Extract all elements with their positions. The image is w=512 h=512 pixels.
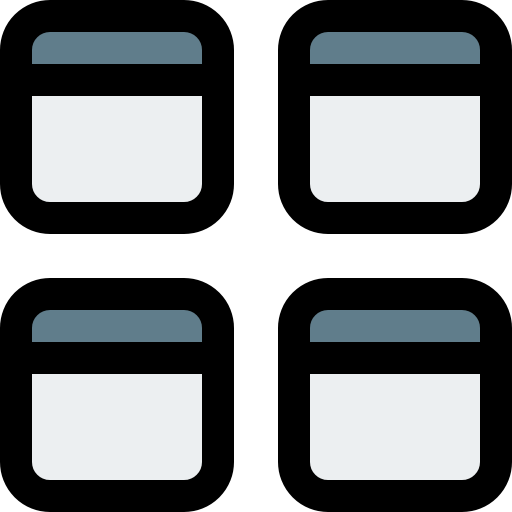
window-grid-icon	[0, 0, 512, 512]
window-tile-top-right	[278, 0, 512, 234]
window-tile-bottom-left	[0, 278, 234, 512]
window-tile-bottom-right	[278, 278, 512, 512]
window-tile-top-left	[0, 0, 234, 234]
